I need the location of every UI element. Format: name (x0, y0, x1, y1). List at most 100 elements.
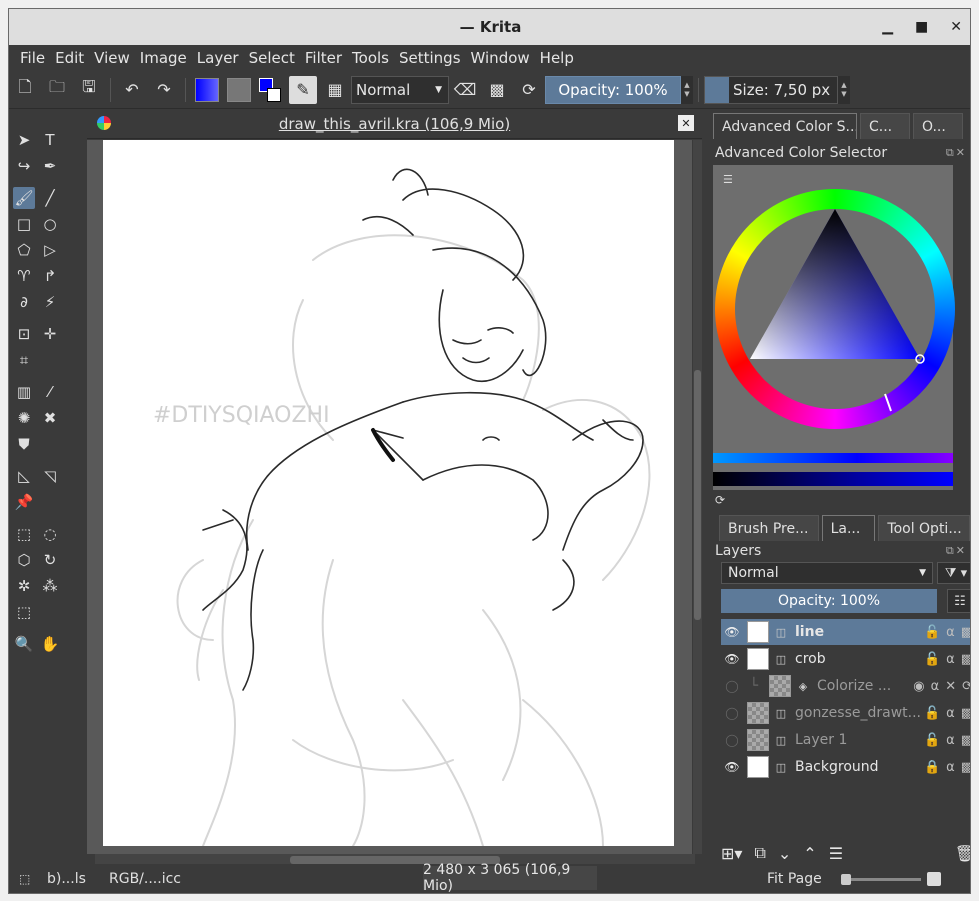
color-selector-settings-icon[interactable]: ☰ (723, 173, 733, 186)
alpha-icon[interactable]: α (946, 625, 955, 640)
close-document-icon[interactable]: ✕ (678, 115, 694, 131)
layers-float-close-icon[interactable]: ⧉✕ (946, 544, 967, 558)
size-slider[interactable]: Size: 7,50 px (704, 75, 838, 104)
zoom-level[interactable]: Fit Page (767, 871, 822, 887)
canvas-viewport[interactable]: #DTIYSQIAOZHI (87, 140, 692, 854)
canvas-paper[interactable]: #DTIYSQIAOZHI (103, 140, 674, 846)
float-close-icon[interactable]: ⧉✕ (946, 146, 967, 160)
vertical-scrollbar[interactable] (693, 140, 702, 854)
layer-row[interactable]: 👁 ◫ crob 🔓 α ▩ (721, 646, 970, 672)
alpha-icon[interactable]: α (946, 733, 955, 748)
save-icon[interactable]: 🖫 (75, 76, 103, 104)
menu-view[interactable]: View (89, 49, 135, 67)
layer-filter-button[interactable]: ⧩ ▾ (937, 562, 970, 584)
layer-row[interactable]: 👁 ◫ line 🔓 α ▩ (721, 619, 970, 645)
layer-row[interactable]: ◯ ◫ Layer 1 🔓 α ▩ (721, 727, 970, 753)
layer-row[interactable]: ◯ ◫ gonzesse_drawt... 🔓 α ▩ (721, 700, 970, 726)
text-tool-icon[interactable]: T (39, 129, 61, 151)
zoom-tool-icon[interactable]: 🔍 (13, 633, 35, 655)
contiguous-select-tool-icon[interactable]: ✲ (13, 575, 35, 597)
layer-blend-mode-select[interactable]: Normal ▼ (721, 562, 933, 584)
fill-tool-icon[interactable]: ✖ (39, 407, 61, 429)
tab-tool-options[interactable]: Tool Opti... (878, 515, 970, 541)
canvas-rotation-icon[interactable] (927, 872, 941, 886)
crop-tool-icon[interactable]: ⌗ (13, 349, 35, 371)
tab-layers[interactable]: La... (821, 515, 876, 541)
menu-layer[interactable]: Layer (192, 49, 244, 67)
freehand-brush-tool-icon[interactable]: 🖌 (13, 187, 35, 209)
menu-edit[interactable]: Edit (50, 49, 89, 67)
ellipse-tool-icon[interactable]: ○ (39, 213, 61, 235)
rect-select-tool-icon[interactable]: ⬚ (13, 523, 35, 545)
pan-tool-icon[interactable]: ✋ (39, 633, 61, 655)
new-document-icon[interactable]: 🗋 (11, 76, 39, 104)
opacity-spinner[interactable]: ▲ ▼ (681, 75, 693, 104)
bezier-tool-icon[interactable]: ♈ (13, 265, 35, 287)
preserve-alpha-icon[interactable]: ▩ (483, 76, 511, 104)
menu-window[interactable]: Window (466, 49, 535, 67)
alpha-icon[interactable]: α (931, 679, 940, 694)
pattern-preset-icon[interactable] (225, 76, 253, 104)
delete-layer-icon[interactable]: 🗑 (955, 844, 970, 863)
fg-bg-color-icon[interactable] (257, 76, 285, 104)
dynamic-brush-tool-icon[interactable]: ∂ (13, 291, 35, 313)
title-bar[interactable]: — Krita ▁ ■ ✕ (9, 9, 970, 45)
inherit-alpha-icon[interactable]: ▩ (961, 706, 970, 721)
menu-settings[interactable]: Settings (394, 49, 466, 67)
menu-filter[interactable]: Filter (300, 49, 347, 67)
alpha-icon[interactable]: α (946, 652, 955, 667)
color-picker-tool-icon[interactable]: ⁄ (39, 381, 61, 403)
polyline-tool-icon[interactable]: ▷ (39, 239, 61, 261)
eye-icon[interactable]: 👁 (721, 625, 743, 639)
tab-c[interactable]: C... (860, 113, 910, 139)
eye-hidden-icon[interactable]: ◯ (721, 706, 743, 720)
close-window-icon[interactable]: ✕ (950, 19, 962, 35)
refresh-icon[interactable]: ⟳ (715, 493, 725, 507)
smart-patch-tool-icon[interactable]: ✺ (13, 407, 35, 429)
update-icon[interactable]: ⟳ (962, 679, 970, 694)
edit-key-strokes-icon[interactable]: ◉ (913, 679, 924, 694)
inherit-alpha-icon[interactable]: ▩ (961, 760, 970, 775)
bucket-fill-tool-icon[interactable]: ⛊ (13, 433, 35, 455)
minimize-icon[interactable]: ▁ (882, 19, 893, 35)
layer-properties-button[interactable]: ☷ (947, 589, 970, 613)
menu-select[interactable]: Select (244, 49, 300, 67)
value-slider[interactable] (713, 472, 953, 486)
close-icon[interactable]: ✕ (945, 679, 956, 694)
redo-icon[interactable]: ↷ (150, 76, 178, 104)
lock-icon[interactable]: 🔒 (924, 760, 940, 775)
tab-advanced-color-selector[interactable]: Advanced Color S... (713, 113, 857, 139)
color-triangle[interactable] (715, 189, 955, 429)
layer-settings-icon[interactable]: ☰ (829, 844, 843, 863)
assistant-tool-icon[interactable]: ◹ (39, 465, 61, 487)
rectangle-tool-icon[interactable]: □ (13, 213, 35, 235)
add-layer-icon[interactable]: ⊞▾ (721, 844, 742, 863)
layer-opacity-slider[interactable]: Opacity: 100% (721, 589, 937, 613)
eye-icon[interactable]: 👁 (721, 760, 743, 774)
layer-row[interactable]: 👁 ◫ Background 🔒 α ▩ (721, 754, 970, 780)
lock-icon[interactable]: 🔓 (924, 652, 940, 667)
brush-preset-icon[interactable]: ✎ (289, 75, 317, 104)
tab-o[interactable]: O... (913, 113, 963, 139)
alpha-icon[interactable]: α (946, 760, 955, 775)
inherit-alpha-icon[interactable]: ▩ (961, 652, 970, 667)
undo-icon[interactable]: ↶ (118, 76, 146, 104)
move-tool-icon[interactable]: ✛ (39, 323, 61, 345)
opacity-slider[interactable]: Opacity: 100% (545, 75, 681, 104)
menu-tools[interactable]: Tools (347, 49, 394, 67)
eraser-mode-icon[interactable]: ⌫ (451, 76, 479, 104)
eye-icon[interactable]: 👁 (721, 652, 743, 666)
polygon-tool-icon[interactable]: ⬠ (13, 239, 35, 261)
open-folder-icon[interactable]: 🗀 (43, 76, 71, 104)
lock-icon[interactable]: 🔓 (924, 706, 940, 721)
reload-preset-icon[interactable]: ⟳ (515, 76, 543, 104)
color-selector[interactable]: ☰ ⟳ (713, 165, 955, 507)
size-spinner[interactable]: ▲ ▼ (838, 75, 850, 104)
eye-hidden-icon[interactable]: ◯ (721, 733, 743, 747)
move-layer-down-icon[interactable]: ⌄ (778, 844, 791, 863)
alpha-icon[interactable]: α (946, 706, 955, 721)
image-dimensions[interactable]: 2 480 x 3 065 (106,9 Mio) (423, 862, 597, 893)
inherit-alpha-icon[interactable]: ▩ (961, 733, 970, 748)
duplicate-layer-icon[interactable]: ⧉ (754, 843, 765, 863)
eye-hidden-icon[interactable]: ◯ (721, 679, 743, 693)
